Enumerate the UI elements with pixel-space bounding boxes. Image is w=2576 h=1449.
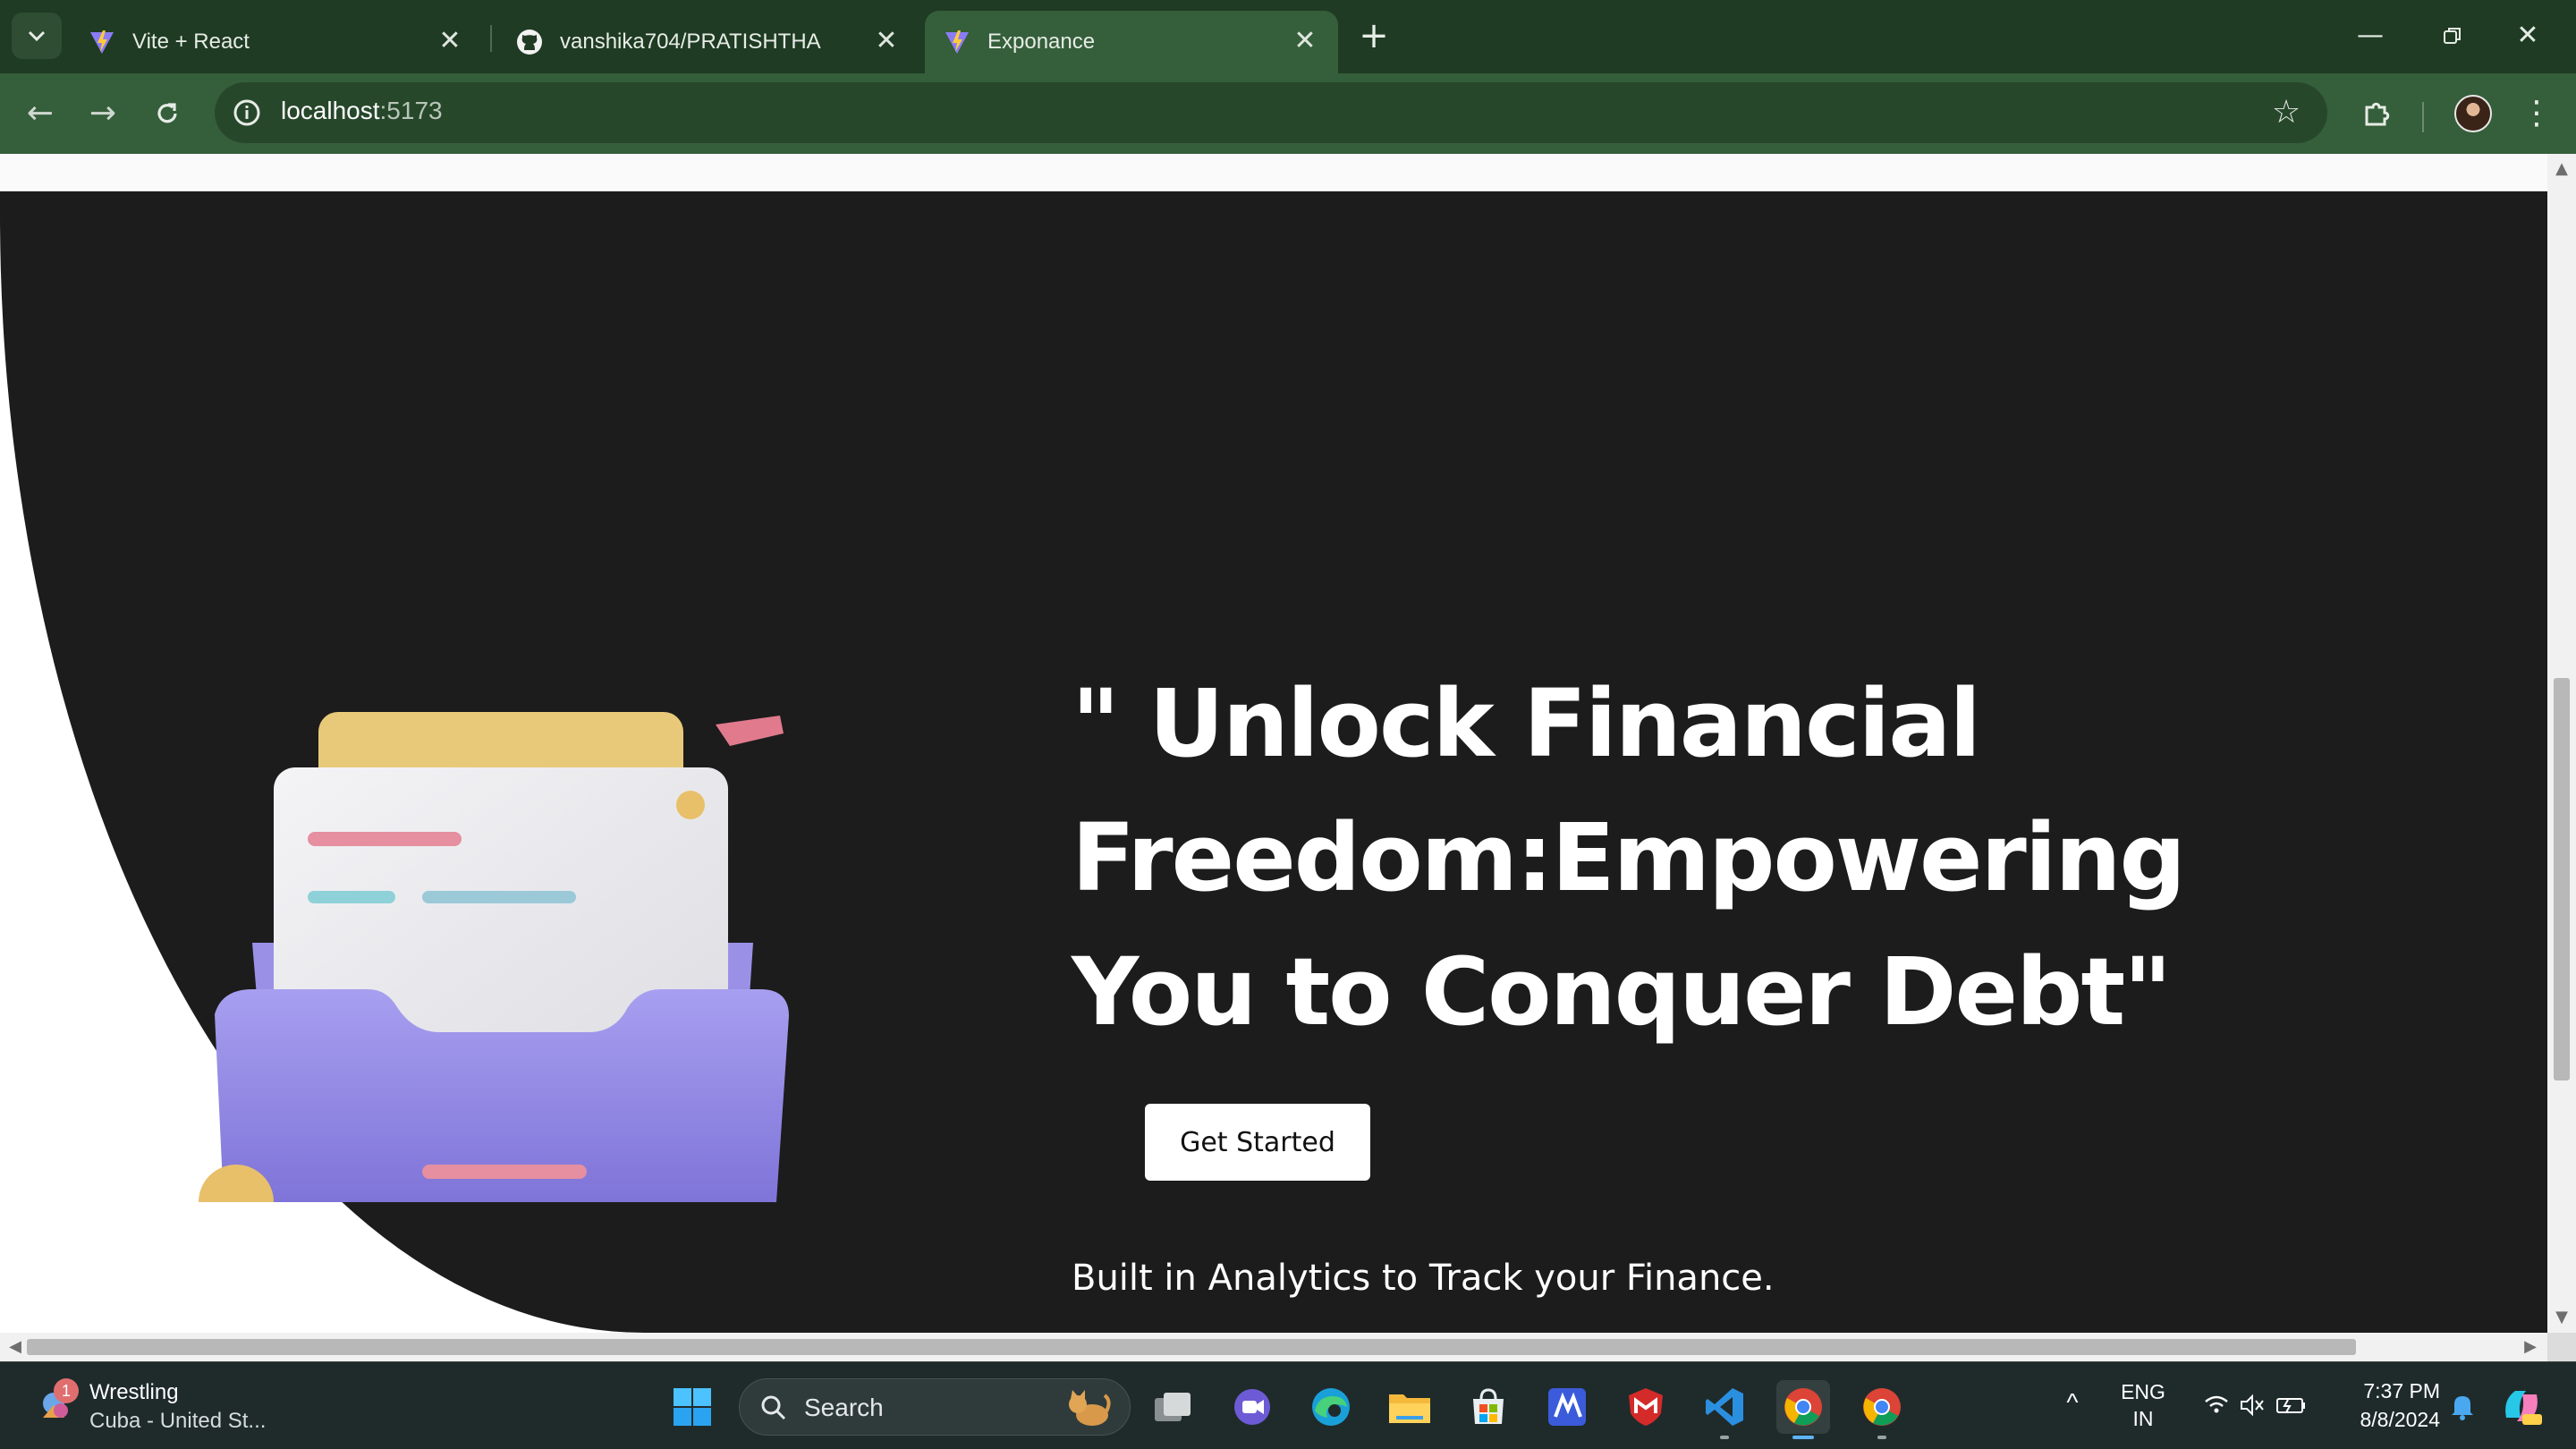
active-indicator <box>1792 1436 1814 1439</box>
navbar-strip <box>0 154 2547 191</box>
minimize-icon[interactable]: — <box>2343 16 2397 55</box>
tab-github-repo[interactable]: vanshika704/PRATISHTHA ✕ <box>497 11 919 73</box>
hero-section: " Unlock Financial Freedom:Empowering Yo… <box>0 191 2547 1333</box>
tab-title: Exponance <box>987 30 1096 54</box>
app-m-icon[interactable] <box>1540 1380 1594 1434</box>
forward-arrow-icon[interactable]: → <box>80 91 125 136</box>
vscode-icon[interactable] <box>1698 1380 1751 1439</box>
search-label: Search <box>804 1394 884 1421</box>
url-text: localhost:5173 <box>281 97 443 125</box>
scroll-right-arrow-icon[interactable]: ▶ <box>2517 1333 2544 1361</box>
page-viewport: " Unlock Financial Freedom:Empowering Yo… <box>0 154 2547 1333</box>
vite-icon <box>943 28 971 56</box>
windows-taskbar: 1 Wrestling Cuba - United St... Search ^… <box>0 1361 2576 1449</box>
reload-icon[interactable] <box>145 91 190 136</box>
mcafee-icon[interactable] <box>1619 1380 1673 1434</box>
vertical-scrollbar[interactable]: ▲ ▼ <box>2547 154 2576 1333</box>
close-tab-icon[interactable]: ✕ <box>1292 28 1318 55</box>
horizontal-scrollbar[interactable]: ◀ ▶ <box>0 1333 2547 1361</box>
address-bar[interactable]: localhost:5173 ☆ <box>215 82 2327 143</box>
url-host: localhost <box>281 97 380 124</box>
tab-title: vanshika704/PRATISHTHA <box>560 30 821 54</box>
tab-search-button[interactable] <box>12 13 62 59</box>
chrome-icon[interactable] <box>1776 1380 1830 1439</box>
edge-icon[interactable] <box>1304 1380 1358 1434</box>
chevron-down-icon <box>28 30 46 42</box>
close-tab-icon[interactable]: ✕ <box>436 28 463 55</box>
github-icon <box>515 28 544 56</box>
show-hidden-icons-chevron-icon[interactable]: ^ <box>2059 1389 2086 1416</box>
scrollbar-corner <box>2547 1333 2576 1361</box>
horizontal-scroll-thumb[interactable] <box>27 1339 2356 1355</box>
cat-doodle-icon <box>1069 1390 1111 1426</box>
widget-subtitle: Cuba - United St... <box>89 1409 267 1433</box>
tab-exponance[interactable]: Exponance ✕ <box>925 11 1338 73</box>
close-tab-icon[interactable]: ✕ <box>873 28 900 55</box>
vite-icon <box>88 28 116 56</box>
running-indicator <box>1720 1436 1729 1439</box>
scroll-down-arrow-icon[interactable]: ▼ <box>2547 1304 2576 1331</box>
tab-separator <box>490 25 492 52</box>
task-view-icon[interactable] <box>1147 1380 1200 1434</box>
clock-time: 7:37 PM <box>2363 1379 2440 1402</box>
scroll-up-arrow-icon[interactable]: ▲ <box>2547 156 2576 182</box>
windows-start-icon[interactable] <box>665 1380 719 1434</box>
running-indicator <box>1877 1436 1886 1439</box>
tab-vite-react[interactable]: Vite + React ✕ <box>70 11 483 73</box>
new-tab-button[interactable]: + <box>1354 18 1394 57</box>
hero-subtext: Built in Analytics to Track your Finance… <box>1072 1258 1775 1299</box>
search-icon <box>761 1395 786 1420</box>
clock-date: 8/8/2024 <box>2360 1408 2440 1431</box>
scroll-left-arrow-icon[interactable]: ◀ <box>2 1333 29 1361</box>
hero-headline: " Unlock Financial Freedom:Empowering Yo… <box>1072 669 2186 1046</box>
profile-avatar[interactable] <box>2454 95 2492 132</box>
vertical-scroll-thumb[interactable] <box>2554 678 2570 1080</box>
extensions-icon[interactable] <box>2354 91 2399 136</box>
restore-icon[interactable] <box>2426 16 2479 55</box>
language-indicator[interactable]: ENG IN <box>2120 1378 2166 1432</box>
close-window-icon[interactable]: ✕ <box>2501 16 2555 55</box>
clock[interactable]: 7:37 PM 8/8/2024 <box>2324 1377 2440 1434</box>
copilot-icon[interactable] <box>2499 1384 2544 1428</box>
notification-badge: 1 <box>54 1378 79 1403</box>
tab-title: Vite + React <box>132 30 250 54</box>
system-tray-icons[interactable] <box>2202 1389 2309 1421</box>
region-code: IN <box>2132 1407 2154 1430</box>
weather-widget[interactable]: 1 Wrestling Cuba - United St... <box>32 1375 301 1437</box>
toolbar-separator <box>2422 102 2424 132</box>
speaker-muted-icon <box>2241 1394 2264 1417</box>
widget-title: Wrestling <box>89 1380 179 1404</box>
get-started-button[interactable]: Get Started <box>1145 1104 1370 1181</box>
url-port: :5173 <box>379 97 443 124</box>
taskbar-search-box[interactable]: Search <box>739 1378 1131 1436</box>
back-arrow-icon[interactable]: ← <box>18 91 63 136</box>
more-menu-icon[interactable]: ⋮ <box>2521 93 2553 134</box>
store-icon[interactable] <box>1462 1380 1515 1434</box>
browser-tab-strip: Vite + React ✕ vanshika704/PRATISHTHA ✕ … <box>0 0 2576 73</box>
chrome-icon[interactable] <box>1855 1380 1909 1439</box>
battery-icon <box>2276 1398 2305 1413</box>
document-tray-illustration <box>199 712 789 1202</box>
notification-bell-icon[interactable] <box>2447 1391 2478 1421</box>
file-explorer-icon[interactable] <box>1383 1380 1436 1434</box>
wifi-icon <box>2205 1395 2228 1413</box>
site-info-icon[interactable] <box>231 97 263 129</box>
meet-icon[interactable] <box>1225 1380 1279 1434</box>
browser-toolbar: ← → localhost:5173 ☆ ⋮ <box>0 73 2576 154</box>
bookmark-star-icon[interactable]: ☆ <box>2268 95 2304 131</box>
language-code: ENG <box>2121 1380 2165 1403</box>
